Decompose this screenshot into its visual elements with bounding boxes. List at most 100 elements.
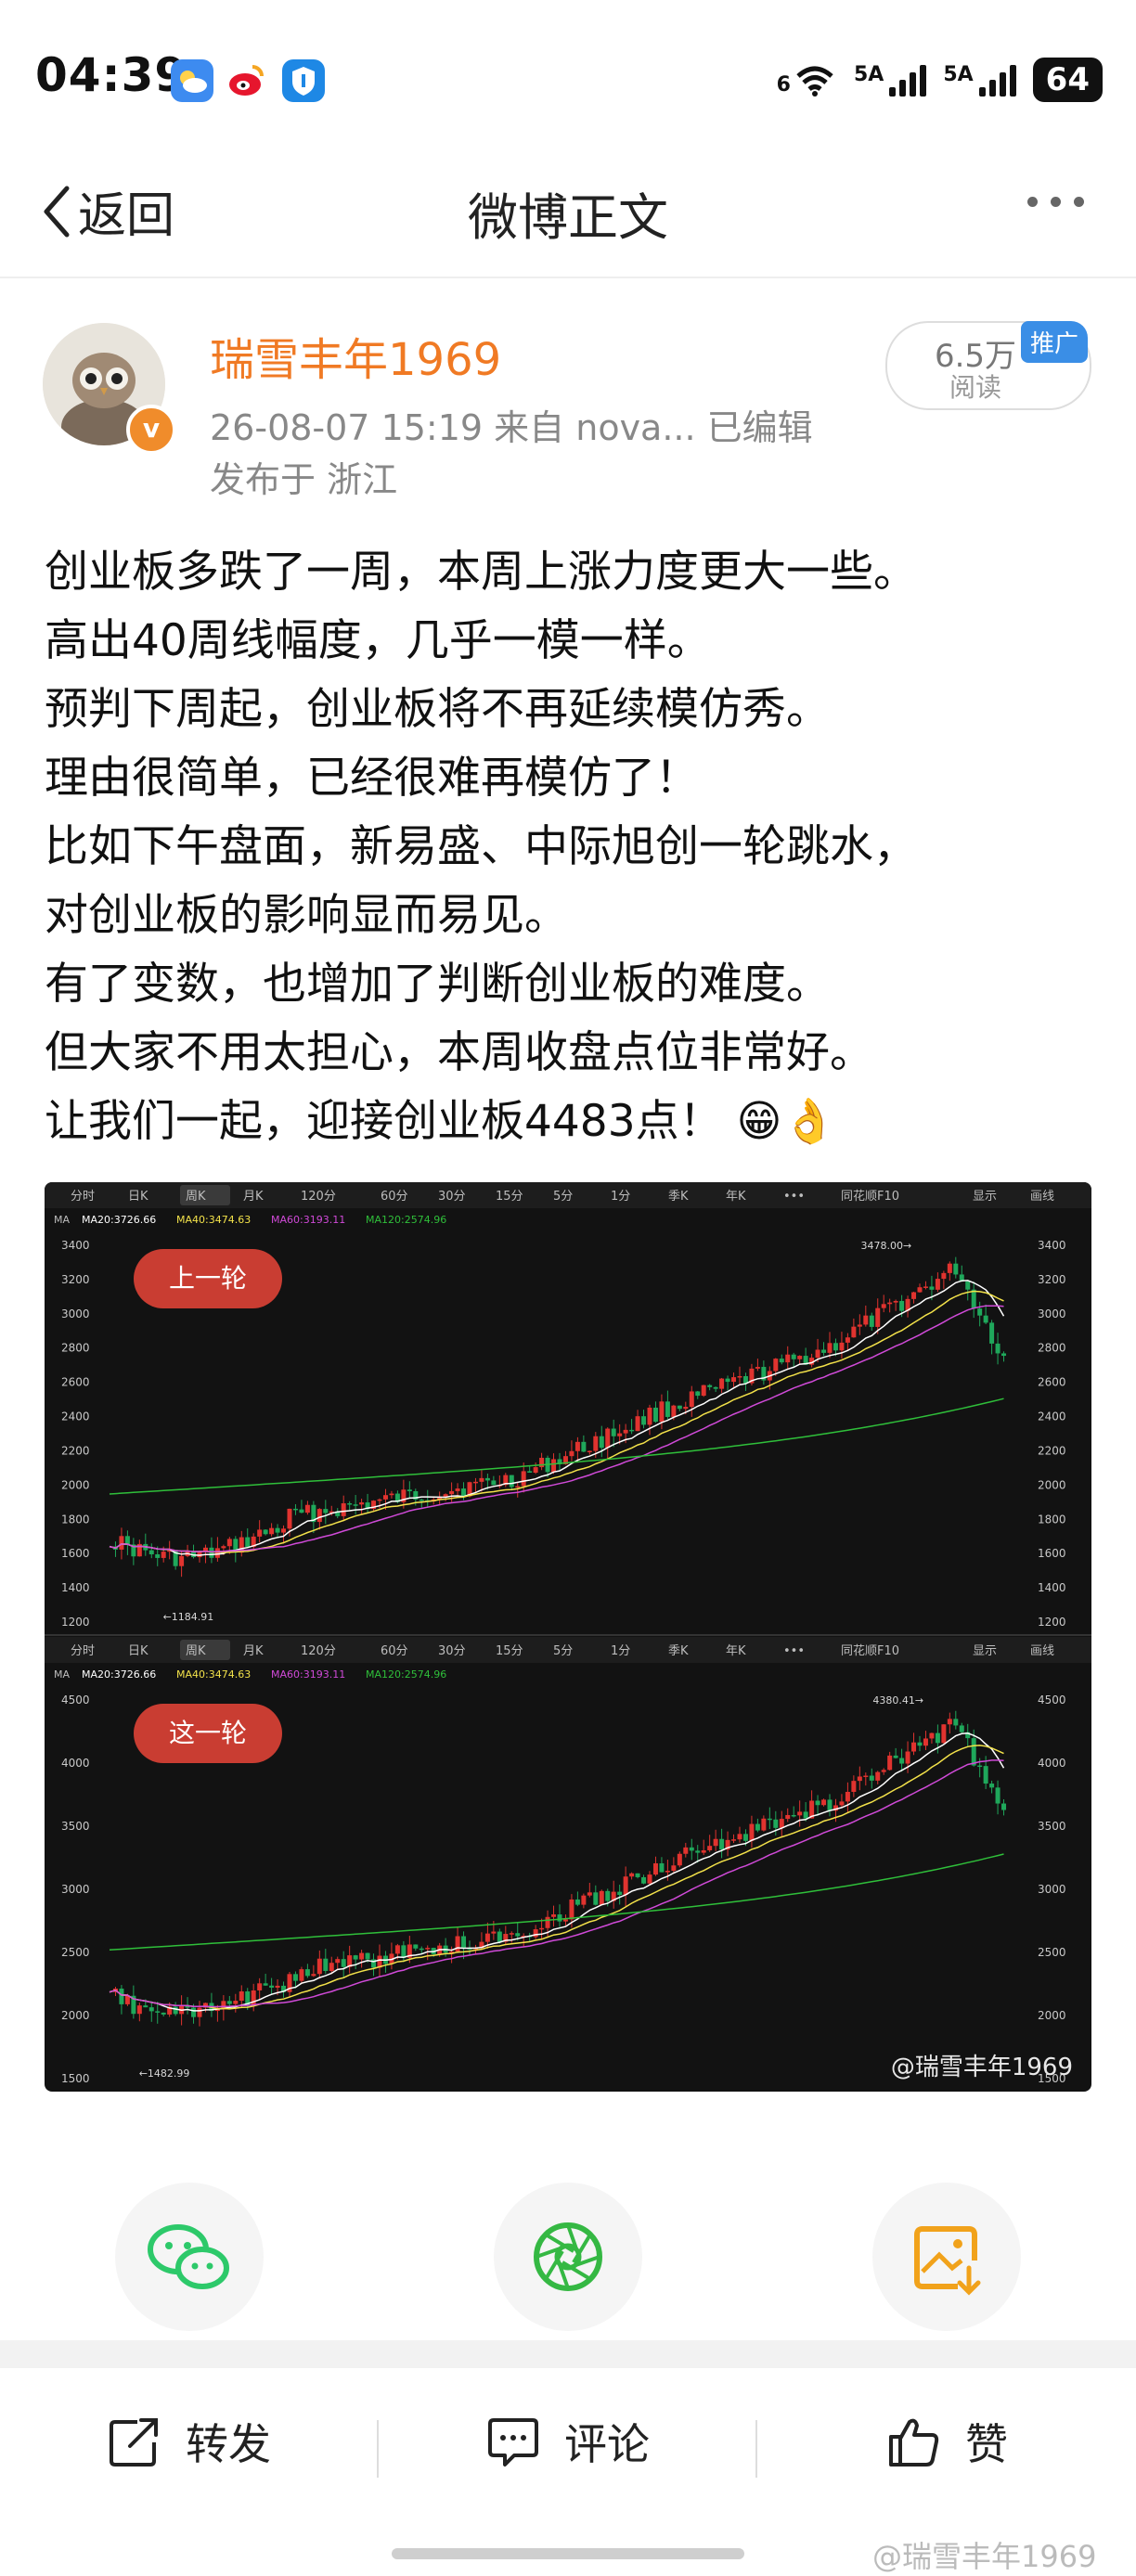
candle-body: [935, 1279, 940, 1290]
author-name[interactable]: 瑞雪丰年1969: [210, 323, 501, 388]
candle-body: [515, 1933, 521, 1937]
ma-legend-item: MA60:3193.11: [271, 1214, 345, 1226]
y-tick-label-right: 1400: [1038, 1581, 1066, 1594]
candle-body: [394, 1945, 400, 1954]
kline-chart-svg: 分时 日K 周K 月K 120分 60分 30分 15分 5分 1分 季K 年K ••• 同花顺F10 显示…: [45, 1182, 1091, 2085]
candle-body: [719, 1378, 725, 1389]
candle-body: [833, 1343, 838, 1351]
candle-body: [785, 1814, 791, 1820]
candle-body: [827, 1799, 833, 1811]
y-tick-label-right: 1200: [1038, 1616, 1066, 1629]
like-button[interactable]: 赞: [887, 2411, 1008, 2472]
candle-body: [971, 1738, 976, 1766]
chart-tab: 月K: [243, 1644, 264, 1658]
chart-tab: 日K: [128, 1190, 148, 1204]
candle-body: [731, 1377, 737, 1383]
candle-body: [857, 1324, 862, 1327]
promote-tag[interactable]: 推广: [1021, 321, 1089, 363]
candle-body: [316, 1509, 322, 1523]
candle-body: [671, 1405, 677, 1417]
candle-body: [917, 1742, 923, 1746]
signal-sim2-icon: 5A: [943, 63, 1016, 97]
candle-body: [382, 1495, 388, 1500]
candle-body: [851, 1326, 857, 1338]
candle-body: [574, 1899, 580, 1905]
ma-legend-item: MA: [54, 1214, 70, 1226]
repost-button[interactable]: 转发: [108, 2411, 271, 2472]
weibo-app-icon: [225, 59, 267, 102]
moments-icon: [534, 2222, 602, 2291]
candle-body: [292, 1508, 298, 1511]
candle-body: [161, 1552, 166, 1558]
y-tick-label-right: 2800: [1038, 1342, 1066, 1355]
candle-body: [527, 1471, 533, 1474]
candle-body: [214, 1548, 220, 1558]
y-tick-label-left: 4500: [61, 1694, 90, 1707]
candle-body: [737, 1834, 742, 1840]
candle-body: [461, 1488, 467, 1497]
save-image-button[interactable]: [872, 2183, 1021, 2331]
chart-tab: 30分: [438, 1190, 466, 1204]
candle-body: [863, 1315, 869, 1325]
candle-body: [875, 1307, 881, 1327]
y-tick-label-right: 2000: [1038, 2009, 1066, 2022]
candle-body: [365, 1952, 370, 1960]
chart-tab: 周K: [186, 1644, 206, 1658]
candle-body: [742, 1834, 748, 1841]
ma120-line: [109, 1853, 1004, 1951]
candle-body: [124, 1536, 130, 1545]
candle-body: [977, 1765, 983, 1768]
candle-body: [893, 1755, 898, 1758]
ma60-line: [109, 1759, 1004, 2008]
candle-body: [551, 1914, 557, 1917]
ma-legend-item: MA40:3474.63: [176, 1668, 251, 1681]
candle-body: [569, 1450, 574, 1457]
candle-body: [233, 2001, 239, 2004]
candle-body: [959, 1725, 964, 1732]
more-options-icon[interactable]: [1027, 197, 1084, 207]
candle-body: [419, 1948, 424, 1951]
candle-body: [701, 1849, 706, 1853]
share-wechat-button[interactable]: [115, 2183, 264, 2331]
candle-body: [869, 1775, 874, 1781]
post-line: 比如下午盘面，新易盛、中际旭创一轮跳水，: [45, 821, 917, 872]
home-indicator[interactable]: [392, 2548, 744, 2559]
chart-tab: 画线: [1030, 1190, 1054, 1204]
battery-indicator: 64: [1032, 58, 1103, 102]
candle-body: [935, 1732, 940, 1744]
candle-body: [299, 1509, 304, 1513]
chart-tab: 日K: [128, 1644, 148, 1658]
candle-body: [562, 1919, 568, 1922]
candle-body: [635, 1416, 640, 1432]
candle-body: [605, 1428, 611, 1449]
chart-tab: 1分: [611, 1190, 630, 1204]
candle-body: [929, 1286, 935, 1290]
candle-body: [509, 1475, 514, 1488]
comment-button[interactable]: 评论: [486, 2411, 650, 2472]
chart-tab: 年K: [726, 1190, 746, 1204]
verified-badge: v: [126, 405, 176, 455]
chart-tab: 15分: [496, 1644, 523, 1658]
ma20-line: [109, 1732, 1005, 2012]
y-tick-label-right: 2000: [1038, 1478, 1066, 1491]
candle-body: [461, 1936, 467, 1949]
chart-tab: •••: [783, 1190, 805, 1204]
candle-body: [911, 1292, 917, 1299]
y-tick-label-left: 1500: [61, 2072, 90, 2085]
candle-body: [1001, 1803, 1007, 1810]
candle-body: [472, 1481, 478, 1484]
candle-body: [845, 1791, 850, 1802]
post-meta: 26-08-07 15:19 来自 nova... 已编辑: [210, 407, 813, 448]
chart-tab: 年K: [726, 1644, 746, 1658]
y-tick-label-left: 4000: [61, 1757, 90, 1770]
post-image-stock-chart[interactable]: 分时 日K 周K 月K 120分 60分 30分 15分 5分 1分 季K 年K ••• 同花顺F10 显示…: [45, 1182, 1091, 2092]
ma40-line: [109, 1290, 1004, 1553]
candle-body: [455, 1488, 460, 1491]
candle-body: [887, 1755, 893, 1771]
candle-body: [953, 1719, 959, 1726]
post-location: 发布于 浙江: [210, 459, 398, 500]
candle-body: [407, 1489, 412, 1491]
share-moments-button[interactable]: [494, 2183, 642, 2331]
repost-icon: [110, 2418, 158, 2467]
candle-body: [677, 1405, 682, 1410]
